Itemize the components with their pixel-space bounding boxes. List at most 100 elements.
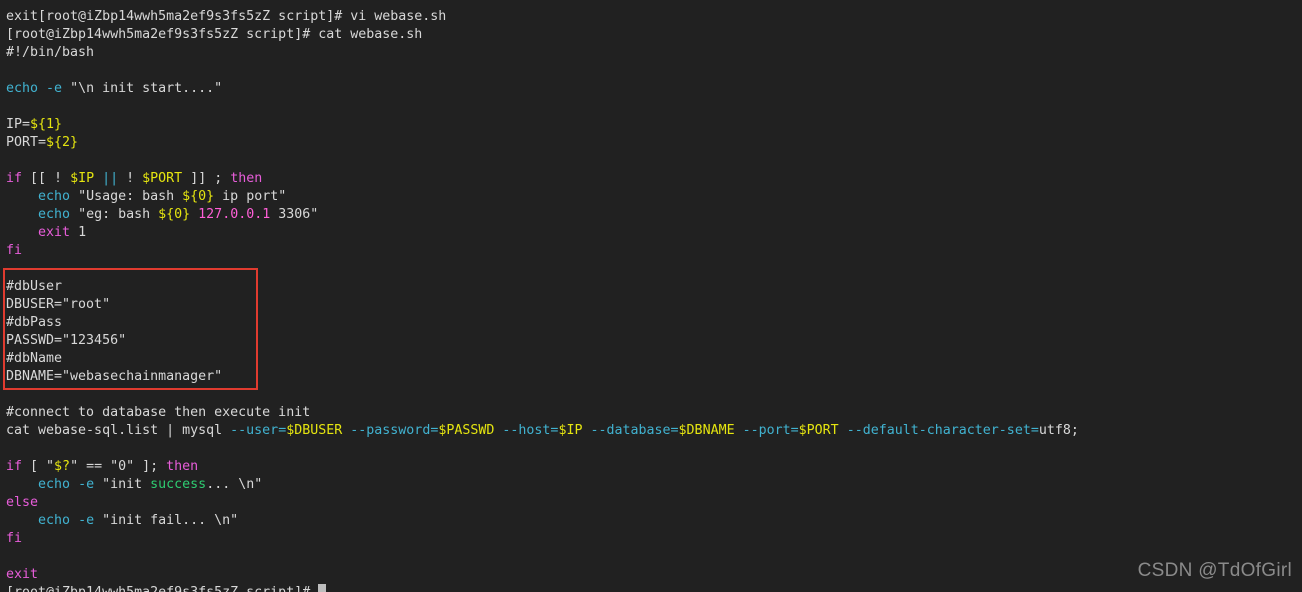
line-exit-1-token-2: 1 <box>70 225 87 240</box>
line-comment-dbname-token-0: #dbName <box>6 351 63 366</box>
line-echo-fail-token-4: "init fail... \n" <box>94 513 239 528</box>
line-echo-fail-token-2 <box>70 513 78 528</box>
line-mysql-cmd-token-2: $DBUSER <box>286 423 343 438</box>
line-if-usage-token-1: [[ ! <box>22 171 71 186</box>
line-if-usage-token-8: then <box>230 171 263 186</box>
line-blank-1 <box>6 62 1302 80</box>
line-comment-dbuser: #dbUser <box>6 278 1302 296</box>
line-dbname: DBNAME="webasechainmanager" <box>6 368 1302 386</box>
line-comment-connect: #connect to database then execute init <box>6 404 1302 422</box>
line-comment-dbname: #dbName <box>6 350 1302 368</box>
line-mysql-cmd: cat webase-sql.list | mysql --user=$DBUS… <box>6 422 1302 440</box>
line-comment-connect-token-0: #connect to database then execute init <box>6 405 311 420</box>
line-else: else <box>6 494 1302 512</box>
csdn-watermark: CSDN @TdOfGirl <box>1137 560 1292 581</box>
line-echo-init-start-token-1 <box>38 81 46 96</box>
line-exit-prompt-vi-token-0: exit[root@iZbp14wwh5ma2ef9s3fs5zZ script… <box>6 9 447 24</box>
line-assign-ip: IP=${1} <box>6 116 1302 134</box>
line-echo-success-token-5: success <box>150 477 207 492</box>
line-if-usage: if [[ ! $IP || ! $PORT ]] ; then <box>6 170 1302 188</box>
line-exit-prompt-vi: exit[root@iZbp14wwh5ma2ef9s3fs5zZ script… <box>6 8 1302 26</box>
line-echo-success-token-2 <box>70 477 78 492</box>
line-if-status-token-3: " == "0" ]; <box>70 459 167 474</box>
line-echo-eg-token-5: 127.0.0.1 <box>198 207 271 222</box>
line-if-status-token-2: $? <box>54 459 71 474</box>
line-mysql-cmd-token-11: $DBNAME <box>678 423 735 438</box>
line-echo-init-start-token-2: -e <box>46 81 63 96</box>
line-echo-success-token-3: -e <box>78 477 95 492</box>
line-assign-port: PORT=${2} <box>6 134 1302 152</box>
line-if-usage-token-3 <box>94 171 102 186</box>
line-passwd: PASSWD="123456" <box>6 332 1302 350</box>
line-exit-1-token-0 <box>6 225 38 240</box>
line-mysql-cmd-token-0: cat webase-sql.list | mysql <box>6 423 231 438</box>
line-echo-eg-token-6: 3306" <box>270 207 319 222</box>
line-echo-eg: echo "eg: bash ${0} 127.0.0.1 3306" <box>6 206 1302 224</box>
line-shebang-token-0: #!/bin/bash <box>6 45 95 60</box>
line-echo-usage-token-2: "Usage: bash <box>70 189 183 204</box>
line-echo-usage-token-4: ip port" <box>214 189 287 204</box>
line-echo-success-token-0 <box>6 477 38 492</box>
line-dbuser: DBUSER="root" <box>6 296 1302 314</box>
line-echo-eg-token-1: echo <box>38 207 71 222</box>
line-mysql-cmd-token-10: --database= <box>590 423 679 438</box>
line-fi-1: fi <box>6 242 1302 260</box>
line-echo-fail-token-1: echo <box>38 513 71 528</box>
line-echo-eg-token-2: "eg: bash <box>70 207 159 222</box>
line-echo-success-token-4: "init <box>94 477 151 492</box>
line-blank-2 <box>6 98 1302 116</box>
line-echo-init-start-token-0: echo <box>6 81 39 96</box>
line-echo-fail-token-3: -e <box>78 513 95 528</box>
line-dbname-token-0: DBNAME="webasechainmanager" <box>6 369 223 384</box>
line-if-usage-token-5: ! <box>118 171 143 186</box>
line-passwd-token-0: PASSWD="123456" <box>6 333 127 348</box>
line-if-usage-token-0: if <box>6 171 23 186</box>
line-mysql-cmd-token-1: --user= <box>230 423 287 438</box>
line-echo-usage: echo "Usage: bash ${0} ip port" <box>6 188 1302 206</box>
line-assign-ip-token-1: ${1} <box>30 117 63 132</box>
terminal-last-prompt-line: [root@iZbp14wwh5ma2ef9s3fs5zZ script]# <box>6 584 327 592</box>
line-echo-eg-token-3: ${0} <box>158 207 191 222</box>
line-mysql-cmd-token-8: $IP <box>558 423 583 438</box>
line-if-usage-token-6: $PORT <box>142 171 183 186</box>
line-blank-7 <box>6 548 1302 566</box>
line-echo-init-start: echo -e "\n init start...." <box>6 80 1302 98</box>
line-blank-6 <box>6 440 1302 458</box>
line-fi-2-token-0: fi <box>6 531 23 546</box>
line-echo-usage-token-3: ${0} <box>182 189 215 204</box>
line-mysql-cmd-token-16: --default-character-set= <box>846 423 1039 438</box>
last-prompt-text: [root@iZbp14wwh5ma2ef9s3fs5zZ script]# <box>6 585 318 592</box>
line-exit-1-token-1: exit <box>38 225 71 240</box>
line-mysql-cmd-token-15 <box>839 423 847 438</box>
line-mysql-cmd-token-12 <box>735 423 743 438</box>
line-prompt-cat-token-0: [root@iZbp14wwh5ma2ef9s3fs5zZ script]# c… <box>6 27 423 42</box>
line-blank-3 <box>6 152 1302 170</box>
line-dbuser-token-0: DBUSER="root" <box>6 297 111 312</box>
line-echo-eg-token-4 <box>190 207 198 222</box>
line-echo-usage-token-0 <box>6 189 38 204</box>
line-assign-port-token-0: PORT= <box>6 135 47 150</box>
line-assign-port-token-1: ${2} <box>46 135 79 150</box>
line-exit-token-0: exit <box>6 567 39 582</box>
terminal-output: exit [root@iZbp14wwh5ma2ef9s3fs5zZ script… <box>6 8 1302 584</box>
line-if-status: if [ "$?" == "0" ]; then <box>6 458 1302 476</box>
line-mysql-cmd-token-7: --host= <box>502 423 559 438</box>
line-mysql-cmd-token-5: $PASSWD <box>438 423 495 438</box>
terminal-window[interactable]: exit [root@iZbp14wwh5ma2ef9s3fs5zZ script… <box>0 0 1302 592</box>
line-comment-dbpass-token-0: #dbPass <box>6 315 63 330</box>
line-assign-ip-token-0: IP= <box>6 117 31 132</box>
line-echo-fail-token-0 <box>6 513 38 528</box>
line-if-usage-token-4: || <box>102 171 119 186</box>
line-if-status-token-4: then <box>166 459 199 474</box>
line-comment-dbpass: #dbPass <box>6 314 1302 332</box>
line-mysql-cmd-token-4: --password= <box>350 423 439 438</box>
line-echo-eg-token-0 <box>6 207 38 222</box>
line-echo-init-start-token-3: "\n init start...." <box>62 81 223 96</box>
line-if-usage-token-7: ]] ; <box>182 171 231 186</box>
line-fi-1-token-0: fi <box>6 243 23 258</box>
line-if-status-token-1: [ " <box>22 459 55 474</box>
line-shebang: #!/bin/bash <box>6 44 1302 62</box>
line-echo-success-token-1: echo <box>38 477 71 492</box>
line-blank-5 <box>6 386 1302 404</box>
line-mysql-cmd-token-13: --port= <box>742 423 799 438</box>
